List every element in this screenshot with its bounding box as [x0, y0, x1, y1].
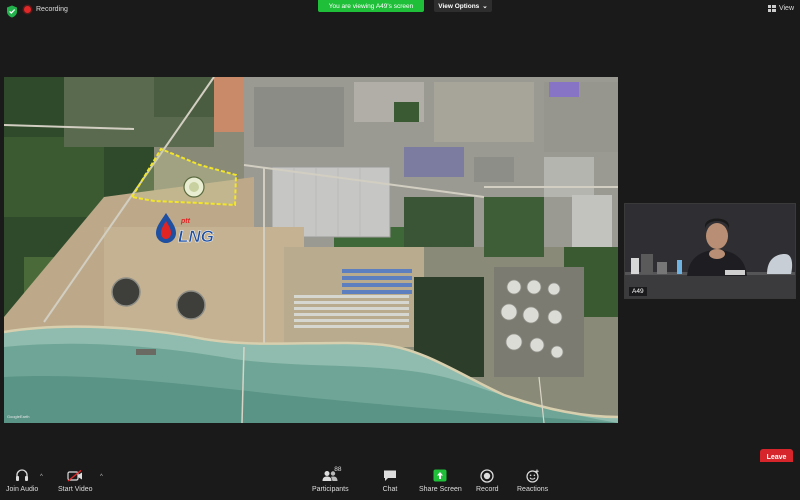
ptt-logo-small-text: ptt	[180, 218, 191, 225]
view-button[interactable]: View	[767, 5, 794, 12]
encryption-shield-icon[interactable]	[6, 5, 18, 18]
viewing-screen-banner: You are viewing A49's screen	[318, 0, 424, 12]
reactions-button[interactable]: Reactions	[517, 468, 548, 493]
satellite-map-image: ptt LNG GoogleEarth	[4, 77, 618, 423]
reactions-label: Reactions	[517, 486, 549, 493]
start-video-button[interactable]: Start Video	[58, 468, 93, 493]
shared-screen-area[interactable]: ptt LNG GoogleEarth	[4, 77, 618, 423]
video-options-caret-icon[interactable]: ^	[100, 474, 103, 480]
gallery-grid-icon	[767, 5, 776, 12]
video-off-icon	[66, 468, 84, 483]
meeting-toolbar: Join Audio ^ Start Video ^ 88 Participan…	[0, 462, 800, 500]
record-button[interactable]: Record	[476, 468, 499, 493]
join-audio-label: Join Audio	[6, 486, 39, 493]
view-label: View	[778, 5, 794, 12]
share-screen-button[interactable]: Share Screen	[419, 468, 462, 493]
chevron-down-icon: ⌄	[482, 3, 488, 10]
share-screen-icon	[431, 468, 449, 483]
map-watermark: GoogleEarth	[7, 414, 29, 419]
record-label: Record	[476, 486, 499, 493]
speaker-name-label: A49	[629, 287, 647, 296]
view-options-button[interactable]: View Options ⌄	[434, 0, 492, 12]
participants-label: Participants	[312, 486, 349, 493]
record-icon	[478, 468, 496, 483]
speaker-video-image	[625, 204, 795, 298]
speaker-video-tile[interactable]: A49	[624, 203, 796, 299]
recording-indicator: Recording	[24, 6, 68, 13]
headphones-icon	[13, 468, 31, 483]
chat-button[interactable]: Chat	[381, 468, 399, 493]
view-options-label: View Options	[438, 2, 480, 10]
chat-label: Chat	[382, 486, 398, 493]
join-audio-button[interactable]: Join Audio	[6, 468, 38, 493]
participants-count: 88	[334, 466, 342, 473]
reactions-icon	[524, 468, 542, 483]
share-screen-label: Share Screen	[419, 486, 462, 493]
recording-label: Recording	[36, 6, 68, 13]
audio-options-caret-icon[interactable]: ^	[40, 474, 43, 480]
start-video-label: Start Video	[58, 486, 93, 493]
lng-logo-text: LNG	[178, 227, 214, 246]
participants-icon: 88	[321, 466, 342, 483]
recording-dot-icon	[24, 6, 31, 13]
chat-icon	[381, 468, 399, 483]
participants-button[interactable]: 88 Participants	[312, 466, 349, 493]
meeting-top-bar: Recording You are viewing A49's screen V…	[0, 0, 800, 24]
